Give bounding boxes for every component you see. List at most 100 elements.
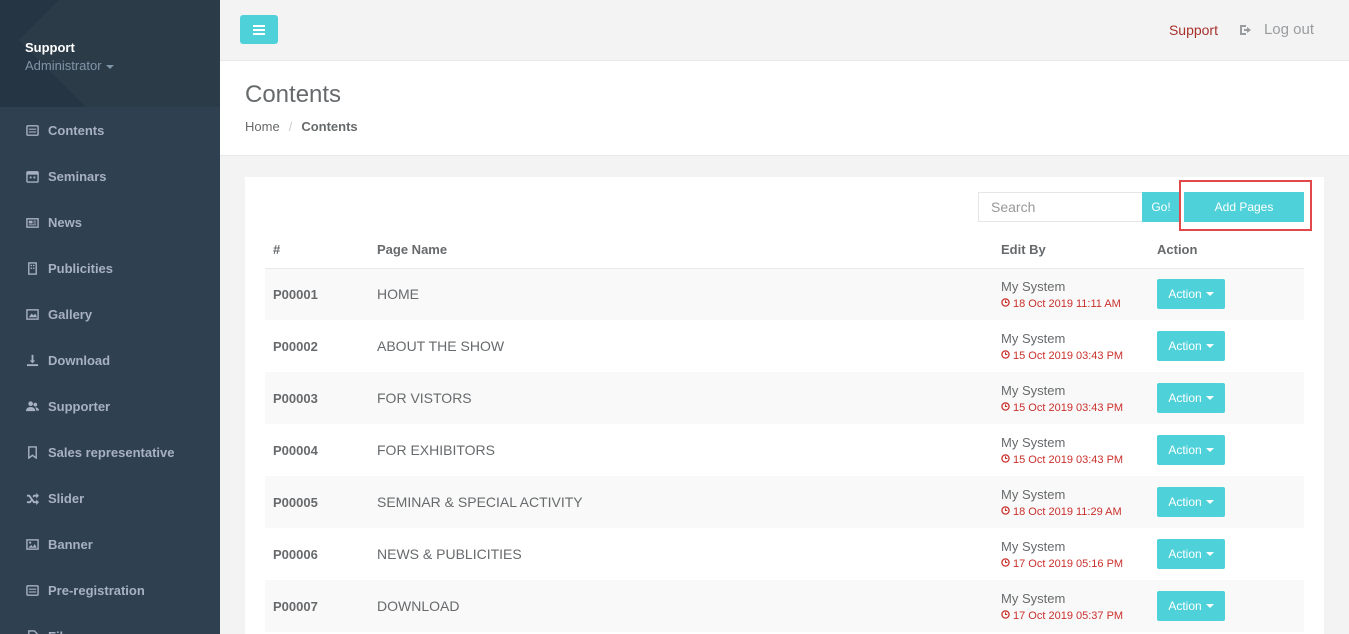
row-edit-time: 15 Oct 2019 03:43 PM	[1001, 454, 1149, 466]
action-label: Action	[1168, 547, 1202, 561]
row-edit-time: 15 Oct 2019 03:43 PM	[1001, 402, 1149, 414]
table-row: P00005 SEMINAR & SPECIAL ACTIVITY My Syste…	[265, 476, 1304, 528]
sidebar-item-supporter[interactable]: Supporter	[0, 383, 220, 429]
row-edit-by: My System 18 Oct 2019 11:29 AM	[993, 476, 1149, 528]
row-edit-by: My System 15 Oct 2019 03:43 PM	[993, 372, 1149, 424]
sidebar-item-banner[interactable]: Banner	[0, 521, 220, 567]
bookmark-icon	[25, 445, 39, 459]
caret-down-icon	[1205, 344, 1214, 348]
row-edit-time: 17 Oct 2019 05:37 PM	[1001, 610, 1149, 622]
row-action-cell: Action	[1149, 424, 1304, 476]
clock-icon	[1001, 557, 1013, 570]
sidebar-item-label: Files	[48, 629, 78, 634]
row-action-cell: Action	[1149, 320, 1304, 372]
row-edit-time-text: 15 Oct 2019 03:43 PM	[1013, 401, 1124, 414]
sidebar-item-label: Supporter	[48, 398, 111, 414]
clock-icon	[1001, 349, 1013, 362]
action-dropdown-button[interactable]: Action	[1157, 539, 1225, 569]
clock-icon	[1001, 453, 1013, 466]
sidebar-item-label: News	[48, 214, 82, 230]
sidebar: Support Administrator Contents Seminars Ne…	[0, 0, 220, 634]
caret-down-icon	[1205, 552, 1214, 556]
image-icon	[25, 307, 39, 321]
row-action-cell: Action	[1149, 476, 1304, 528]
sidebar-item-publicities[interactable]: Publicities	[0, 245, 220, 291]
add-pages-button[interactable]: Add Pages	[1184, 192, 1304, 222]
table-row: P00003 FOR VISTORS My System 15 Oct 2019 03…	[265, 372, 1304, 424]
breadcrumb-separator: /	[288, 119, 293, 134]
row-id: P00001	[265, 268, 369, 320]
users-icon	[25, 399, 39, 413]
page-title: Contents	[245, 81, 342, 108]
column-header-page-name: Page Name	[369, 231, 993, 269]
profile-role-dropdown[interactable]: Administrator	[25, 58, 220, 73]
menu-toggle-button[interactable]	[240, 15, 278, 44]
caret-down-icon	[1205, 500, 1214, 504]
column-header-action: Action	[1149, 231, 1304, 269]
row-editor: My System	[1001, 278, 1066, 294]
action-dropdown-button[interactable]: Action	[1157, 331, 1225, 361]
support-link[interactable]: Support	[1169, 22, 1218, 38]
sidebar-item-seminars[interactable]: Seminars	[0, 153, 220, 199]
column-header-edit-by: Edit By	[993, 231, 1149, 269]
row-id: P00007	[265, 580, 369, 632]
sidebar-item-pre-registration[interactable]: Pre-registration	[0, 567, 220, 613]
download-icon	[25, 353, 39, 367]
clock-icon	[1001, 505, 1013, 518]
action-label: Action	[1168, 599, 1202, 613]
sidebar-item-news[interactable]: News	[0, 199, 220, 245]
action-dropdown-button[interactable]: Action	[1157, 435, 1225, 465]
caret-down-icon	[1205, 604, 1214, 608]
caret-down-icon	[105, 64, 114, 69]
hamburger-icon	[253, 24, 265, 35]
profile-role-label: Administrator	[25, 58, 102, 73]
sidebar-item-sales-representative[interactable]: Sales representative	[0, 429, 220, 475]
row-page-name: FOR EXHIBITORS	[377, 442, 495, 458]
row-edit-by: My System 15 Oct 2019 03:43 PM	[993, 320, 1149, 372]
row-action-cell: Action	[1149, 372, 1304, 424]
table-row: P00006 NEWS & PUBLICITIES My System 17 Oct …	[265, 528, 1304, 580]
row-page-name: ABOUT THE SHOW	[377, 338, 505, 354]
sidebar-item-label: Contents	[48, 122, 105, 138]
table-row: P00001 HOME My System 18 Oct 2019 11:11 AM A…	[265, 268, 1304, 320]
row-editor: My System	[1001, 538, 1066, 554]
breadcrumb: Home / Contents	[245, 119, 1349, 134]
go-button[interactable]: Go!	[1142, 192, 1180, 222]
contents-table: # Page Name Edit By Action P00001 HOME My …	[265, 231, 1304, 632]
action-dropdown-button[interactable]: Action	[1157, 591, 1225, 621]
row-id: P00004	[273, 442, 318, 458]
table-row: P00004 FOR EXHIBITORS My System 15 Oct 2019…	[265, 424, 1304, 476]
caret-down-icon	[1205, 448, 1214, 452]
sidebar-item-files[interactable]: Files	[0, 613, 220, 634]
row-editor: My System	[1001, 330, 1066, 346]
sidebar-item-label: Slider	[48, 490, 85, 506]
table-header-row: # Page Name Edit By Action	[265, 231, 1304, 269]
action-dropdown-button[interactable]: Action	[1157, 383, 1225, 413]
sidebar-item-gallery[interactable]: Gallery	[0, 291, 220, 337]
row-id: P00005	[265, 476, 369, 528]
action-label: Action	[1168, 443, 1202, 457]
sidebar-item-label: Download	[48, 352, 111, 368]
breadcrumb-home[interactable]: Home	[245, 119, 280, 134]
sidebar-item-download[interactable]: Download	[0, 337, 220, 383]
action-dropdown-button[interactable]: Action	[1157, 487, 1225, 517]
caret-down-icon	[1205, 292, 1214, 297]
row-edit-time-text: 18 Oct 2019 11:29 AM	[1013, 505, 1122, 518]
clock-icon	[1001, 609, 1013, 622]
sidebar-item-contents[interactable]: Contents	[0, 107, 220, 153]
action-label: Action	[1168, 339, 1202, 353]
row-page-name: SEMINAR & SPECIAL ACTIVITY	[369, 476, 993, 528]
row-id: P00002	[273, 338, 318, 354]
file-icon	[25, 629, 39, 634]
search-input[interactable]	[978, 192, 1143, 222]
contents-panel: Go! Add Pages # Page Name Edit By Action…	[245, 177, 1324, 634]
clock-icon	[1001, 401, 1013, 414]
logout-link[interactable]: Log out	[1239, 21, 1314, 38]
sign-out-icon	[1239, 24, 1251, 35]
column-header-id: #	[265, 231, 369, 269]
action-dropdown-button[interactable]: Action	[1157, 279, 1225, 310]
breadcrumb-current: Contents	[301, 119, 358, 134]
sidebar-item-slider[interactable]: Slider	[0, 475, 220, 521]
picture-icon	[25, 537, 39, 551]
row-edit-time: 17 Oct 2019 05:16 PM	[1001, 558, 1149, 570]
